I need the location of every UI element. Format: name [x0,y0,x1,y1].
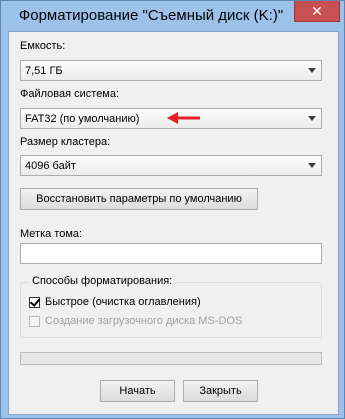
format-options-group: Способы форматирования: Быстрое (очистка… [20,275,322,338]
msdos-boot-checkbox [29,315,40,327]
close-icon: ✕ [311,2,323,19]
close-button-label: Закрыть [199,385,242,397]
capacity-select[interactable]: 7,51 ГБ [20,60,322,81]
quick-format-label: Быстрое (очистка оглавления) [45,296,201,308]
chevron-down-icon [308,68,316,73]
chevron-down-icon [308,116,316,121]
dialog-body: Емкость: 7,51 ГБ Файловая система: FAT32… [8,31,339,415]
file-system-label: Файловая система: [20,88,120,100]
checkmark-icon [29,295,41,307]
quick-format-checkbox[interactable] [29,295,41,308]
volume-label-input[interactable] [20,243,322,264]
chevron-down-icon [308,163,316,168]
capacity-value: 7,51 ГБ [25,65,63,77]
restore-defaults-button[interactable]: Восстановить параметры по умолчанию [20,188,258,210]
window-close-button[interactable]: ✕ [294,1,340,22]
cluster-size-value: 4096 байт [25,160,76,172]
format-progress-bar [20,352,322,365]
title-bar[interactable]: Форматирование "Съемный диск (K:)" ✕ [1,1,344,31]
capacity-label: Емкость: [20,40,66,52]
volume-label-label: Метка тома: [20,228,83,240]
cluster-size-select[interactable]: 4096 байт [20,155,322,176]
quick-format-option[interactable]: Быстрое (очистка оглавления) [29,295,201,308]
msdos-boot-option: Создание загрузочного диска MS-DOS [29,315,242,327]
file-system-value: FAT32 (по умолчанию) [25,113,140,125]
window-title: Форматирование "Съемный диск (K:)" [18,7,284,24]
start-button[interactable]: Начать [100,380,175,402]
msdos-boot-label: Создание загрузочного диска MS-DOS [45,315,243,327]
format-options-title: Способы форматирования: [29,275,176,287]
start-button-label: Начать [119,385,156,397]
annotation-arrow-icon [167,112,200,124]
cluster-size-label: Размер кластера: [20,136,111,148]
close-button[interactable]: Закрыть [183,380,258,402]
format-dialog: Форматирование "Съемный диск (K:)" ✕ Емк… [0,0,345,419]
restore-defaults-label: Восстановить параметры по умолчанию [36,193,242,205]
